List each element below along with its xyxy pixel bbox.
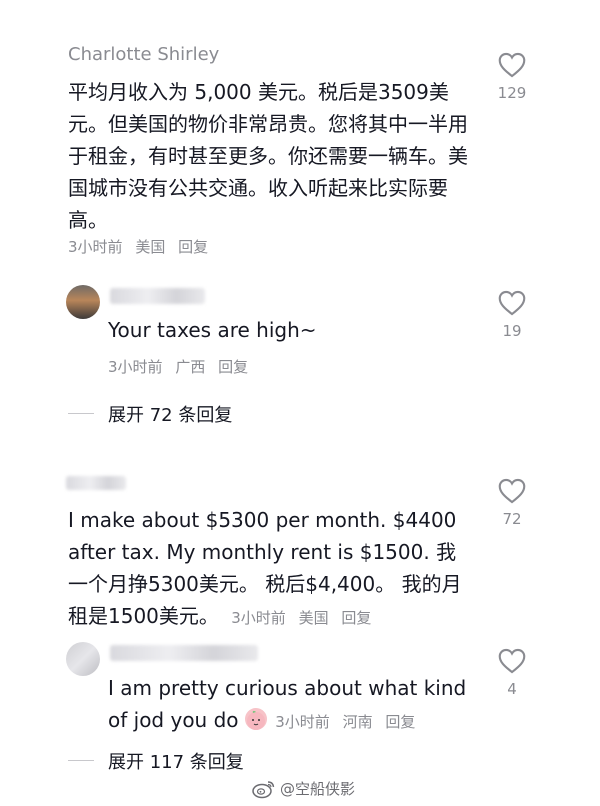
comment-meta: 3小时前 广西 回复: [108, 356, 256, 377]
comment-meta: 3小时前 河南 回复: [275, 713, 423, 731]
like-button[interactable]: 4: [492, 648, 532, 698]
comment-time: 3小时前: [231, 609, 286, 627]
expand-replies-button[interactable]: 展开 117 条回复: [108, 748, 244, 774]
comment-time: 3小时前: [68, 238, 123, 256]
comment-meta: 3小时前 美国 回复: [68, 236, 216, 257]
comment-location: 广西: [175, 358, 206, 376]
comment-time: 3小时前: [108, 358, 163, 376]
heart-outline-icon: [498, 648, 526, 674]
expand-replies-button[interactable]: 展开 72 条回复: [108, 401, 232, 427]
reply-button[interactable]: 回复: [341, 609, 371, 627]
avatar[interactable]: [66, 285, 100, 319]
divider: [68, 760, 94, 761]
like-count: 19: [502, 322, 522, 340]
watermark-text: @空船侠影: [280, 780, 356, 798]
peach-emoji-icon: [244, 708, 267, 730]
like-button[interactable]: 129: [492, 52, 532, 102]
heart-outline-icon: [498, 52, 526, 78]
comment-meta: 3小时前 美国 回复: [231, 609, 379, 627]
like-button[interactable]: 72: [492, 478, 532, 528]
comment-username[interactable]: Charlotte Shirley: [68, 44, 219, 65]
blurred-username[interactable]: [110, 288, 205, 304]
like-count: 72: [502, 510, 522, 528]
reply-button[interactable]: 回复: [218, 358, 248, 376]
blurred-username[interactable]: [66, 476, 126, 490]
heart-outline-icon: [498, 290, 526, 316]
comment-text: I make about $5300 per month. $4400 afte…: [68, 504, 472, 634]
comment-location: 美国: [135, 238, 166, 256]
comment-time: 3小时前: [275, 713, 330, 731]
like-count: 4: [507, 680, 517, 698]
comment-text: 平均月收入为 5,000 美元。税后是3509美元。但美国的物价非常昂贵。您将其…: [68, 80, 468, 232]
reply-button[interactable]: 回复: [385, 713, 415, 731]
watermark: @空船侠影: [252, 778, 355, 799]
weibo-logo-icon: [252, 780, 275, 798]
reply-text: Your taxes are high~: [108, 318, 317, 342]
blurred-username[interactable]: [110, 645, 258, 661]
avatar[interactable]: [66, 642, 100, 676]
reply-text: I am pretty curious about what kind of j…: [108, 672, 472, 738]
comment-location: 河南: [342, 713, 373, 731]
like-count: 129: [497, 84, 527, 102]
like-button[interactable]: 19: [492, 290, 532, 340]
heart-outline-icon: [498, 478, 526, 504]
divider: [68, 413, 94, 414]
reply-button[interactable]: 回复: [178, 238, 208, 256]
comment-location: 美国: [298, 609, 329, 627]
